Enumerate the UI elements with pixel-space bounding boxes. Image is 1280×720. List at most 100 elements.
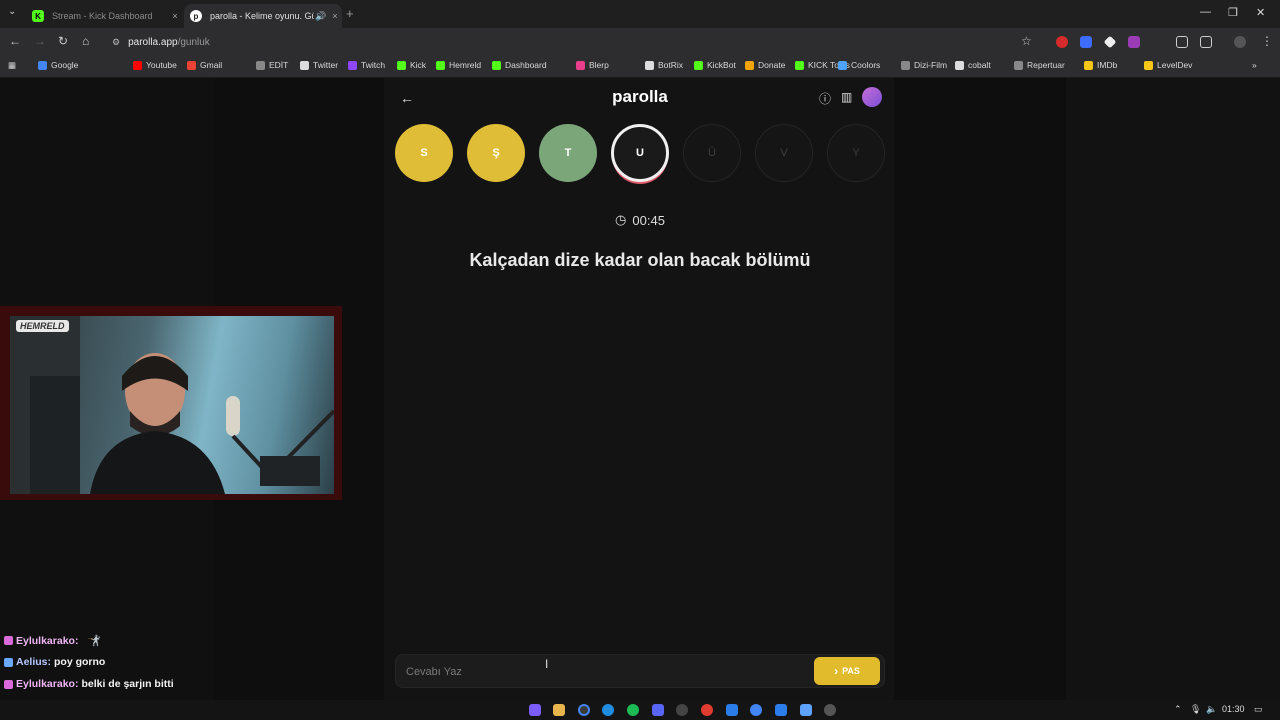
bookmark-item[interactable]: Kick [397, 60, 426, 70]
profile-avatar[interactable] [1234, 36, 1246, 48]
speaker-icon[interactable]: 🔊 [314, 11, 328, 22]
file-explorer-icon[interactable] [553, 704, 565, 716]
tab-kick-dashboard[interactable]: K Stream - Kick Dashboard × [26, 4, 182, 28]
bookmark-label: Hemreld [449, 60, 482, 70]
bookmark-item[interactable]: Hemreld [436, 60, 481, 70]
bookmark-item[interactable]: Gmail [187, 60, 222, 70]
spotify-icon[interactable] [627, 704, 639, 716]
bookmark-item[interactable]: Twitch [348, 60, 385, 70]
text-cursor-icon: I [545, 657, 549, 671]
clock-text[interactable]: 01:30 [1222, 704, 1245, 714]
bookmark-label: Google [51, 60, 79, 70]
screenshot-icon[interactable] [1176, 36, 1188, 48]
reload-icon[interactable]: ↻ [58, 34, 68, 48]
bookmark-label: cobalt [968, 60, 991, 70]
extension-icon[interactable] [1128, 36, 1140, 48]
bookmark-item[interactable]: cobalt [955, 60, 991, 70]
back-arrow-icon[interactable]: ← [400, 90, 414, 106]
edge-icon[interactable] [602, 704, 614, 716]
timer: ◷ 00:45 [600, 212, 680, 228]
bookmark-item[interactable]: Dashboard [492, 60, 547, 70]
bookmark-favicon-icon [1084, 60, 1093, 70]
copilot-icon[interactable] [529, 704, 541, 716]
tab-title: Stream - Kick Dashboard [52, 11, 153, 21]
close-tab-icon[interactable]: × [328, 11, 342, 21]
bookmark-item[interactable]: Donate [745, 60, 785, 70]
microphone-icon[interactable]: 🎙 [1190, 704, 1201, 715]
bookmark-label: Coolors [851, 60, 881, 70]
bookmark-item[interactable]: LevelDev [1144, 60, 1192, 70]
close-window-icon[interactable]: ✕ [1256, 6, 1265, 19]
user-avatar[interactable] [862, 87, 882, 107]
app-icon[interactable] [775, 704, 787, 716]
chat-separator: : [74, 634, 79, 647]
extension-icon[interactable] [1056, 36, 1068, 48]
more-bookmarks-icon[interactable]: » [1252, 60, 1257, 70]
chat-badge-icon [4, 657, 13, 667]
chrome-icon[interactable] [750, 704, 762, 716]
letter-circle: S [395, 124, 453, 182]
apps-icon[interactable]: ▦ [8, 60, 16, 71]
notifications-icon[interactable]: ▭ [1254, 704, 1263, 715]
tab-parolla[interactable]: p parolla - Kelime oyunu. Gün 🔊 × [184, 4, 342, 28]
bookmark-item[interactable]: EDİT [256, 60, 288, 70]
minimize-icon[interactable]: — [1200, 6, 1211, 18]
more-menu-icon[interactable]: ⋮ [1261, 34, 1273, 48]
chat-message: Eylulkarako: belki de şarjın bitti [4, 678, 174, 690]
bookmark-favicon-icon [795, 60, 804, 70]
discord-icon[interactable] [652, 704, 664, 716]
stats-icon[interactable]: ▥ [841, 90, 852, 104]
app-icon[interactable] [701, 704, 713, 716]
bookmark-star-icon[interactable]: ☆ [1021, 34, 1032, 48]
pass-button[interactable]: › PAS [814, 657, 880, 685]
chrome-icon[interactable] [578, 704, 590, 716]
bookmark-label: Youtube [146, 60, 177, 70]
address-bar[interactable]: ⚙ parolla.app/gunluk [104, 31, 1044, 53]
bookmark-item[interactable]: BotRix [645, 60, 683, 70]
bookmark-item[interactable]: KickBot [694, 60, 736, 70]
tab-title: parolla - Kelime oyunu. Gün [210, 11, 314, 21]
info-icon[interactable]: ⓘ [819, 90, 831, 107]
bookmark-item[interactable]: IMDb [1084, 60, 1117, 70]
new-tab-button[interactable]: + [346, 6, 354, 21]
webcam-feed [10, 316, 334, 494]
obs-icon[interactable] [676, 704, 688, 716]
tab-search-icon[interactable]: ⌄ [8, 6, 16, 17]
close-tab-icon[interactable]: × [168, 11, 182, 21]
timer-value: 00:45 [632, 212, 665, 228]
extensions-puzzle-icon[interactable] [1200, 36, 1212, 48]
app-icon[interactable] [824, 704, 836, 716]
bookmark-item[interactable]: Google [38, 60, 78, 70]
app-icon[interactable] [800, 704, 812, 716]
bookmark-item[interactable]: Youtube [133, 60, 177, 70]
chat-badge-icon [4, 636, 13, 645]
site-info-icon[interactable]: ⚙ [112, 37, 120, 48]
bookmark-label: Twitter [313, 60, 339, 70]
bookmark-favicon-icon [838, 60, 847, 70]
forward-icon[interactable]: → [34, 34, 46, 48]
bookmark-favicon-icon [1014, 60, 1023, 70]
page-margin-right [1066, 78, 1280, 700]
bookmark-favicon-icon [1144, 60, 1153, 70]
volume-icon[interactable]: 🔈 [1206, 704, 1217, 715]
extension-icon[interactable] [1080, 36, 1092, 48]
bookmark-label: Kick [410, 60, 427, 70]
bookmark-item[interactable]: Blerp [576, 60, 609, 70]
bookmark-item[interactable]: Dizi-Film [901, 60, 947, 70]
back-icon[interactable]: ← [9, 34, 21, 48]
extension-icon[interactable] [1103, 35, 1117, 49]
parolla-icon: p [190, 10, 202, 22]
bookmark-item[interactable]: Repertuar [1014, 60, 1065, 70]
app-icon[interactable] [726, 704, 738, 716]
bookmark-item[interactable]: Twitter [300, 60, 338, 70]
bookmark-label: Dashboard [505, 60, 547, 70]
tray-expand-icon[interactable]: ⌃ [1174, 704, 1182, 715]
restore-icon[interactable]: ❐ [1228, 6, 1238, 19]
answer-input[interactable] [406, 662, 786, 682]
bookmark-label: Repertuar [1027, 60, 1065, 70]
bookmark-favicon-icon [133, 60, 142, 70]
bookmark-item[interactable]: Coolors [838, 60, 880, 70]
pass-label: PAS [842, 666, 860, 676]
chat-text: belki de şarjın bitti [81, 678, 174, 690]
home-icon[interactable]: ⌂ [82, 34, 89, 48]
